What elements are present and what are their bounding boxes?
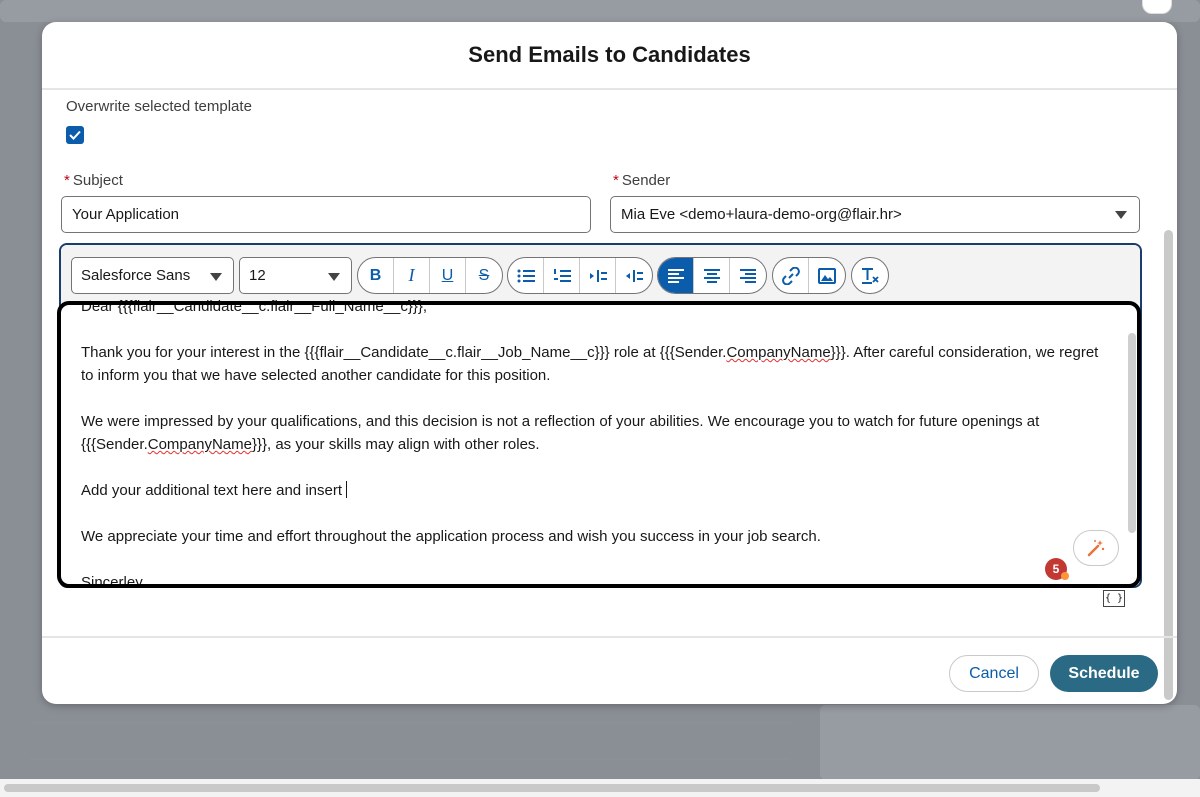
align-left-button[interactable] <box>658 258 694 293</box>
chevron-down-icon <box>210 273 222 281</box>
link-icon <box>781 266 800 285</box>
paragraph-1-start: Thank you for your interest in the {{{fl… <box>81 344 727 361</box>
clear-button-group <box>851 257 889 294</box>
sender-label-text: Sender <box>621 172 671 189</box>
background-row <box>30 758 790 760</box>
clear-formatting-button[interactable] <box>852 258 888 293</box>
bullet-list-button[interactable] <box>508 258 544 293</box>
paragraph-1: Thank you for your interest in the {{{fl… <box>81 341 1111 387</box>
merge-field-icon[interactable]: { } <box>1103 590 1125 607</box>
bullet-list-icon <box>517 269 535 282</box>
send-emails-modal: Send Emails to Candidates Overwrite sele… <box>42 22 1177 704</box>
modal-footer: Cancel Schedule <box>42 636 1177 704</box>
insert-button-group <box>772 257 846 294</box>
subject-label: * Subject <box>64 172 123 189</box>
spellcheck-word: CompanyName <box>147 436 252 453</box>
list-button-group <box>507 257 653 294</box>
modal-header: Send Emails to Candidates <box>42 22 1177 90</box>
paragraph-3: Add your additional text here and insert <box>81 479 1111 502</box>
format-button-group: B I U S <box>357 257 503 294</box>
subject-input[interactable]: Your Application <box>61 196 591 233</box>
align-center-icon <box>703 268 720 283</box>
spellcheck-word: CompanyName <box>726 344 831 361</box>
editor-content[interactable]: Dear {{{flair__Candidate__c.flair__Full_… <box>61 298 1140 586</box>
indent-button[interactable] <box>580 258 616 293</box>
align-left-icon <box>667 268 684 283</box>
chevron-down-icon <box>328 273 340 281</box>
align-right-button[interactable] <box>730 258 766 293</box>
background-card <box>0 0 1200 22</box>
underline-button[interactable]: U <box>430 258 466 293</box>
strikethrough-icon: S <box>478 266 490 284</box>
greeting-line: Dear {{{flair__Candidate__c.flair__Full_… <box>81 298 428 315</box>
indent-icon <box>589 269 607 282</box>
expand-icon[interactable] <box>1142 0 1172 14</box>
numbered-list-button[interactable] <box>544 258 580 293</box>
image-button[interactable] <box>809 258 845 293</box>
sender-select[interactable]: Mia Eve <demo+laura-demo-org@flair.hr> <box>610 196 1140 233</box>
magic-wand-icon <box>1087 540 1105 557</box>
sender-select-value: Mia Eve <demo+laura-demo-org@flair.hr> <box>621 206 902 223</box>
outdent-icon <box>626 269 643 282</box>
modal-vertical-scrollbar[interactable] <box>1164 230 1173 700</box>
page-horizontal-scrollbar[interactable] <box>0 779 1200 797</box>
paragraph-3-text: Add your additional text here and insert <box>81 482 347 499</box>
sender-label: * Sender <box>613 172 670 189</box>
rich-text-editor: Salesforce Sans 12 B I U S Dear {{{flair… <box>59 243 1142 588</box>
paragraph-2-end: }}}, as your skills may align with other… <box>251 436 540 453</box>
align-center-button[interactable] <box>694 258 730 293</box>
background-row <box>30 722 790 724</box>
email-body-text[interactable]: Dear {{{flair__Candidate__c.flair__Full_… <box>81 295 1111 588</box>
modal-body: Overwrite selected template * Subject You… <box>42 90 1177 700</box>
link-button[interactable] <box>773 258 809 293</box>
modal-title: Send Emails to Candidates <box>468 42 751 67</box>
schedule-button[interactable]: Schedule <box>1050 655 1158 692</box>
italic-icon: I <box>408 265 415 285</box>
font-size-value: 12 <box>249 267 266 284</box>
font-size-select[interactable]: 12 <box>239 257 352 294</box>
underline-icon: U <box>441 266 454 284</box>
outdent-button[interactable] <box>616 258 652 293</box>
overwrite-template-label: Overwrite selected template <box>66 98 252 115</box>
bold-button[interactable]: B <box>358 258 394 293</box>
status-dot <box>1061 572 1069 580</box>
overwrite-template-checkbox[interactable] <box>66 126 84 144</box>
paragraph-2: We were impressed by your qualifications… <box>81 410 1111 456</box>
clear-formatting-icon <box>862 267 879 284</box>
ai-assist-button[interactable] <box>1073 530 1119 566</box>
paragraph-4: We appreciate your time and effort throu… <box>81 528 821 545</box>
required-marker: * <box>613 172 619 189</box>
align-button-group <box>657 257 767 294</box>
bold-icon: B <box>369 266 382 284</box>
numbered-list-icon <box>553 268 571 282</box>
font-family-select[interactable]: Salesforce Sans <box>71 257 234 294</box>
align-right-icon <box>740 268 756 283</box>
sign-off: Sincerley, <box>81 574 146 588</box>
strikethrough-button[interactable]: S <box>466 258 502 293</box>
required-marker: * <box>64 172 70 189</box>
chevron-down-icon <box>1115 211 1127 219</box>
subject-label-text: Subject <box>72 172 123 189</box>
image-icon <box>818 267 836 284</box>
cancel-button[interactable]: Cancel <box>949 655 1039 692</box>
italic-button[interactable]: I <box>394 258 430 293</box>
text-cursor <box>346 481 348 498</box>
editor-scrollbar[interactable] <box>1128 333 1136 533</box>
font-family-value: Salesforce Sans <box>81 267 191 284</box>
background-card <box>820 705 1200 780</box>
